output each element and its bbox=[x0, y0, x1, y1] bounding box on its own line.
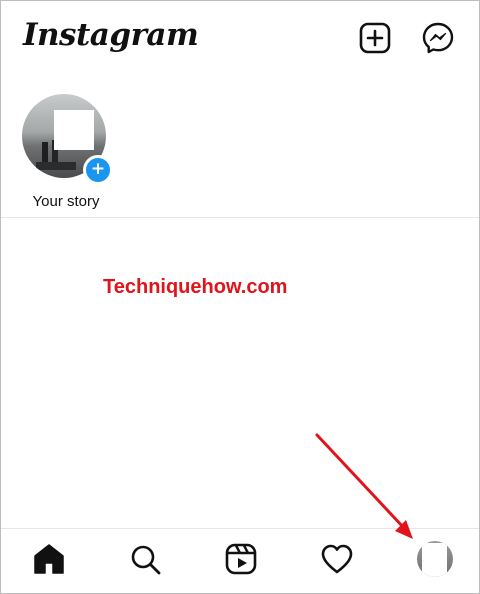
story-label: Your story bbox=[32, 193, 100, 210]
nav-reels[interactable] bbox=[223, 541, 259, 577]
instagram-logo: Instagram bbox=[23, 17, 199, 53]
your-story[interactable]: + Your story bbox=[19, 91, 115, 211]
bottom-nav bbox=[1, 529, 479, 593]
new-post-button[interactable] bbox=[358, 21, 392, 55]
new-post-icon bbox=[359, 22, 391, 54]
reels-icon bbox=[225, 543, 257, 575]
stories-divider bbox=[1, 217, 479, 218]
app-frame: Instagram + Your story Techniquehow.com bbox=[0, 0, 480, 594]
nav-home[interactable] bbox=[31, 541, 67, 577]
home-icon bbox=[34, 544, 64, 574]
heart-icon bbox=[321, 544, 353, 574]
messenger-button[interactable] bbox=[421, 21, 455, 55]
nav-activity[interactable] bbox=[319, 541, 355, 577]
search-icon bbox=[131, 545, 161, 575]
watermark-text: Techniquehow.com bbox=[103, 276, 288, 298]
stories-tray: + Your story bbox=[1, 87, 479, 217]
redacted-area bbox=[422, 543, 447, 577]
top-header: Instagram bbox=[1, 1, 479, 79]
redacted-area bbox=[54, 110, 94, 150]
add-story-icon[interactable]: + bbox=[83, 155, 113, 185]
messenger-icon bbox=[422, 22, 454, 54]
nav-search[interactable] bbox=[127, 541, 163, 577]
nav-profile-avatar[interactable] bbox=[417, 541, 453, 577]
